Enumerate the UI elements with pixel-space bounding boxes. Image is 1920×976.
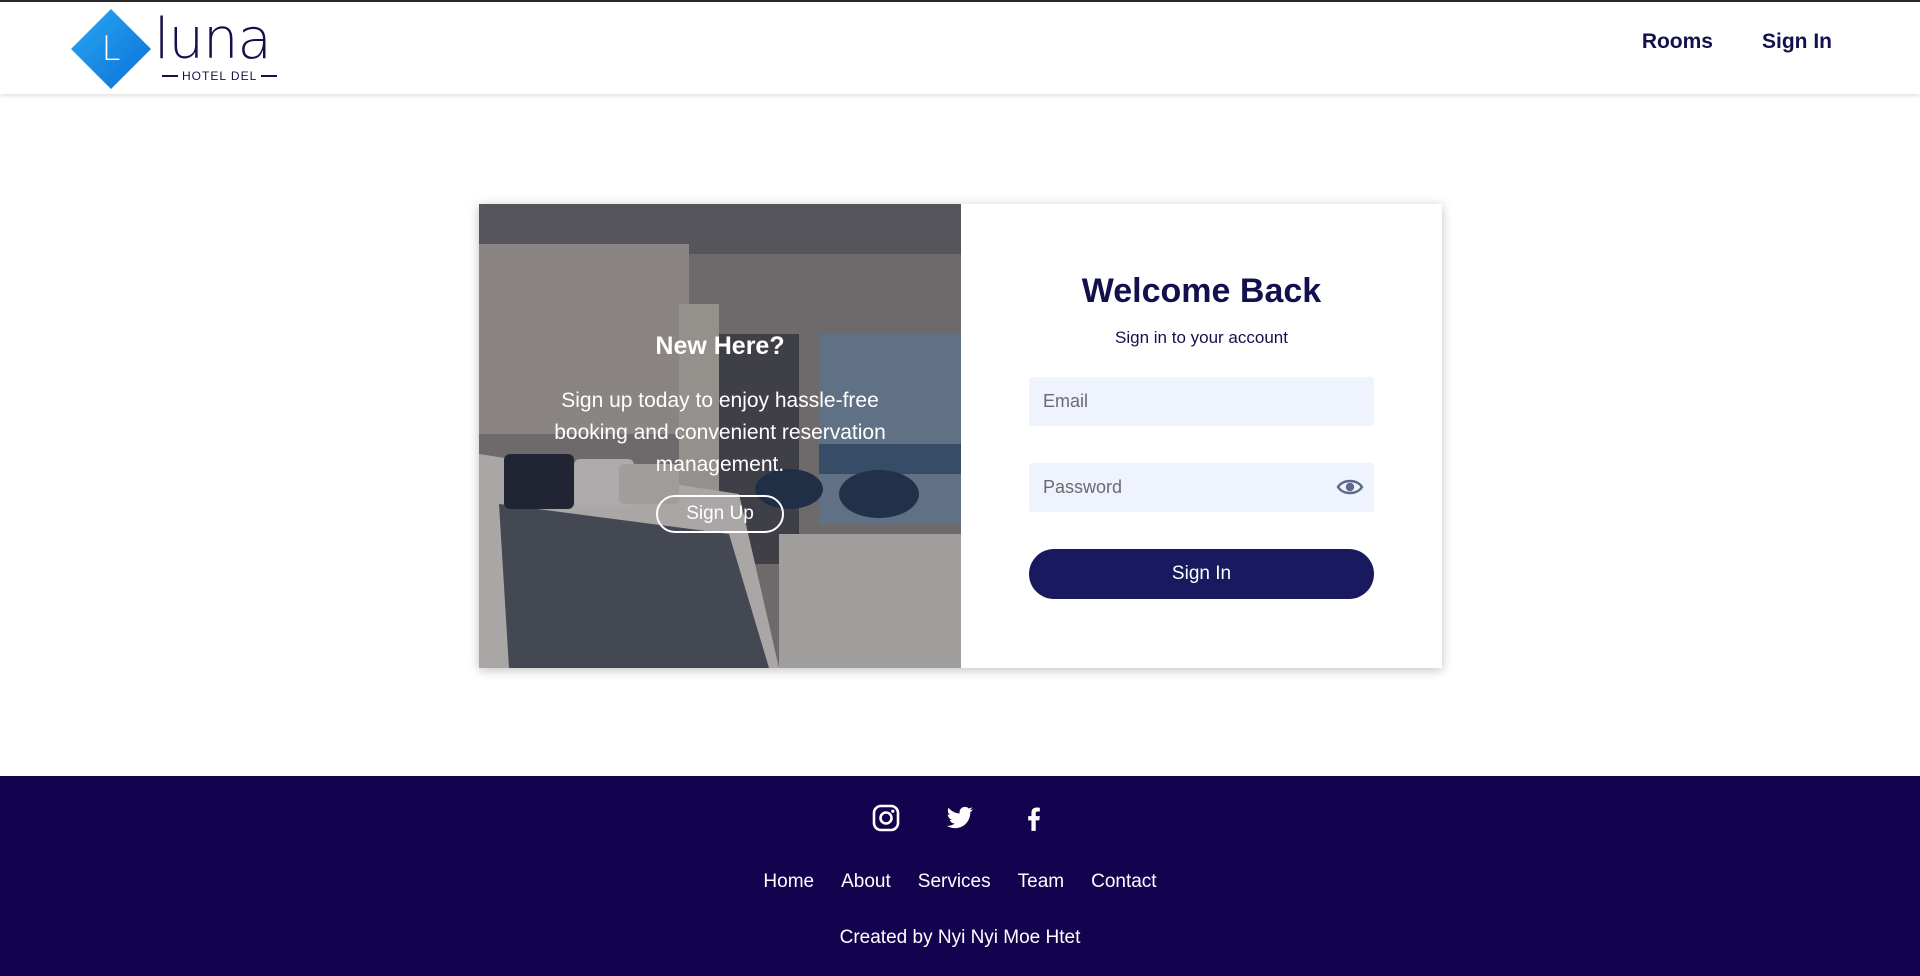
footer-link-services[interactable]: Services xyxy=(918,871,991,893)
email-field[interactable] xyxy=(1029,377,1374,426)
instagram-icon[interactable] xyxy=(872,804,900,832)
footer-credit: Created by Nyi Nyi Moe Htet xyxy=(839,927,1081,948)
footer-link-team[interactable]: Team xyxy=(1018,871,1064,893)
nav-sign-in-link[interactable]: Sign In xyxy=(1762,30,1832,54)
social-links xyxy=(0,804,1920,832)
form-title: Welcome Back xyxy=(1081,272,1322,310)
site-footer: Home About Services Team Contact Created… xyxy=(0,776,1920,976)
form-subtitle: Sign in to your account xyxy=(1115,328,1288,347)
footer-nav: Home About Services Team Contact xyxy=(0,871,1920,893)
eye-icon[interactable] xyxy=(1336,476,1364,498)
main-nav: Rooms Sign In xyxy=(1642,30,1832,54)
twitter-icon[interactable] xyxy=(946,804,974,832)
svg-text:L: L xyxy=(102,29,121,69)
site-header: L luna HOTEL DEL Rooms Sign In xyxy=(0,2,1920,94)
password-field[interactable] xyxy=(1029,463,1374,512)
auth-card: New Here? Sign up today to enjoy hassle-… xyxy=(479,204,1442,668)
brand-name: luna xyxy=(154,7,272,72)
signup-promo-panel: New Here? Sign up today to enjoy hassle-… xyxy=(479,204,961,668)
sign-in-form: Welcome Back Sign in to your account Sig… xyxy=(961,204,1442,668)
promo-content: New Here? Sign up today to enjoy hassle-… xyxy=(479,332,961,533)
sign-up-button[interactable]: Sign Up xyxy=(656,495,784,533)
sign-in-button[interactable]: Sign In xyxy=(1029,549,1374,599)
email-field-wrapper xyxy=(1029,377,1374,426)
promo-title: New Here? xyxy=(655,332,785,360)
facebook-icon[interactable] xyxy=(1020,804,1048,832)
footer-link-about[interactable]: About xyxy=(841,871,891,893)
logo-diamond-icon: L xyxy=(71,9,151,89)
footer-link-home[interactable]: Home xyxy=(763,871,814,893)
nav-rooms-link[interactable]: Rooms xyxy=(1642,30,1713,54)
brand-tagline: HOTEL DEL xyxy=(162,69,278,83)
promo-text: Sign up today to enjoy hassle-free booki… xyxy=(554,389,886,476)
brand-logo[interactable]: L luna HOTEL DEL xyxy=(70,8,280,90)
footer-link-contact[interactable]: Contact xyxy=(1091,871,1156,893)
password-field-wrapper xyxy=(1029,463,1374,512)
